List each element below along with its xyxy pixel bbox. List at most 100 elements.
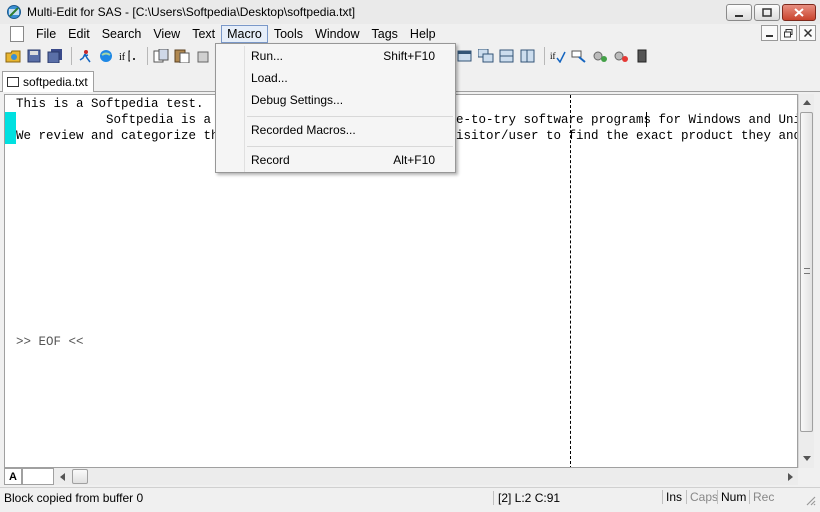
menu-macro[interactable]: Macro [221,25,268,43]
editor-line-3-right: isitor/user to find the exact product th… [456,129,798,143]
close-icon [803,29,812,37]
toolbar-right-group: if [456,47,654,65]
window-horizontal-icon[interactable] [498,47,516,65]
toolbar-separator [71,47,72,65]
caps-lock-indicator: Caps [686,490,721,504]
scroll-left-arrow-icon[interactable] [54,468,70,485]
text-caret [646,112,647,127]
doc-close-button[interactable] [799,25,816,41]
restore-icon [762,8,772,17]
menu-item-record[interactable]: Record Alt+F10 [218,150,453,170]
scroll-up-arrow-icon[interactable] [799,94,815,110]
record-indicator: Rec [749,490,777,504]
menu-view[interactable]: View [147,25,186,43]
if-block-icon[interactable]: if [118,47,140,65]
stop-icon[interactable] [633,47,651,65]
cursor-position: [2] L:2 C:91 [493,491,560,505]
column-mode-indicator[interactable]: A [4,468,22,485]
run-label: Run... [251,49,284,63]
title-bar: Multi-Edit for SAS - [C:\Users\Softpedia… [0,0,820,24]
close-button[interactable] [782,4,816,21]
copy-icon[interactable] [152,47,170,65]
restore-icon [784,28,793,37]
save-icon[interactable] [25,47,43,65]
tag-icon[interactable] [570,47,588,65]
window-cascade-icon[interactable] [456,47,474,65]
editor-line-1: This is a Softpedia test. [16,97,204,111]
menu-separator [247,146,453,147]
svg-text:if: if [550,51,556,61]
menu-edit[interactable]: Edit [62,25,96,43]
svg-text:if: if [119,52,126,63]
toolbar-separator [544,47,545,65]
menu-help[interactable]: Help [404,25,442,43]
scroll-down-arrow-icon[interactable] [799,450,815,466]
menu-bar: File Edit Search View Text Macro Tools W… [0,24,820,44]
file-tab-icon [7,77,19,87]
paste-icon[interactable] [173,47,191,65]
doc-minimize-button[interactable] [761,25,778,41]
window-vertical-icon[interactable] [519,47,537,65]
remove-tool-icon[interactable] [612,47,630,65]
menu-text[interactable]: Text [186,25,221,43]
menu-search[interactable]: Search [96,25,148,43]
status-bar: Block copied from buffer 0 [2] L:2 C:91 … [0,487,820,507]
window-tile-icon[interactable] [477,47,495,65]
insert-mode-indicator: Ins [662,490,685,504]
scroll-grip-icon [804,268,810,274]
app-icon [7,5,21,19]
menu-item-run[interactable]: Run... Shift+F10 [218,46,453,66]
close-icon [794,8,804,17]
recorded-macros-label: Recorded Macros... [251,123,356,137]
main-window: Multi-Edit for SAS - [C:\Users\Softpedia… [0,0,820,512]
vertical-scrollbar[interactable] [798,94,814,468]
right-margin-guide [570,95,571,467]
run-macro-icon[interactable] [76,47,94,65]
globe-icon[interactable] [97,47,115,65]
menu-file[interactable]: File [30,25,62,43]
vertical-scroll-thumb[interactable] [800,112,813,432]
num-lock-indicator: Num [717,490,749,504]
macro-dropdown-menu: Run... Shift+F10 Load... Debug Settings.… [215,43,456,173]
gutter-mark-line-2 [5,112,16,128]
scroll-right-arrow-icon[interactable] [782,468,798,485]
doc-restore-button[interactable] [780,25,797,41]
document-icon[interactable] [10,26,24,42]
menu-item-debug-settings[interactable]: Debug Settings... [218,90,453,110]
document-window-controls [761,25,816,41]
eof-marker: >> EOF << [16,335,84,349]
editor-line-3-left: We review and categorize thes [16,129,234,143]
window-title: Multi-Edit for SAS - [C:\Users\Softpedia… [27,5,356,19]
record-shortcut: Alt+F10 [393,153,435,167]
delete-icon[interactable] [194,47,212,65]
menu-window[interactable]: Window [309,25,365,43]
column-input[interactable] [22,468,54,485]
menu-item-recorded-macros[interactable]: Recorded Macros... [218,120,453,140]
menu-tags[interactable]: Tags [366,25,404,43]
save-all-icon[interactable] [46,47,64,65]
load-label: Load... [251,71,288,85]
run-shortcut: Shift+F10 [383,49,435,63]
menu-tools[interactable]: Tools [268,25,309,43]
horizontal-scroll-thumb[interactable] [72,469,88,484]
bottom-scroll-row: A [4,468,814,485]
if-check-icon[interactable]: if [549,47,567,65]
gutter-mark-line-3 [5,128,16,144]
editor-line-2-left: Softpedia is a li [16,113,234,127]
minimize-icon [735,14,743,17]
minimize-icon [765,35,773,37]
debug-settings-label: Debug Settings... [251,93,344,107]
menu-item-load[interactable]: Load... [218,68,453,88]
status-message: Block copied from buffer 0 [4,491,144,505]
add-tool-icon[interactable] [591,47,609,65]
window-controls [726,4,816,21]
minimize-button[interactable] [726,4,752,21]
tab-filename: softpedia.txt [23,75,88,89]
resize-grip-icon[interactable] [804,494,816,506]
editor-line-2-right: e-to-try software programs for Windows a… [456,113,798,127]
toolbar-separator [147,47,148,65]
tab-softpedia-txt[interactable]: softpedia.txt [2,71,94,92]
restore-button[interactable] [754,4,780,21]
open-folder-icon[interactable] [4,47,22,65]
horizontal-scrollbar[interactable] [54,468,798,485]
